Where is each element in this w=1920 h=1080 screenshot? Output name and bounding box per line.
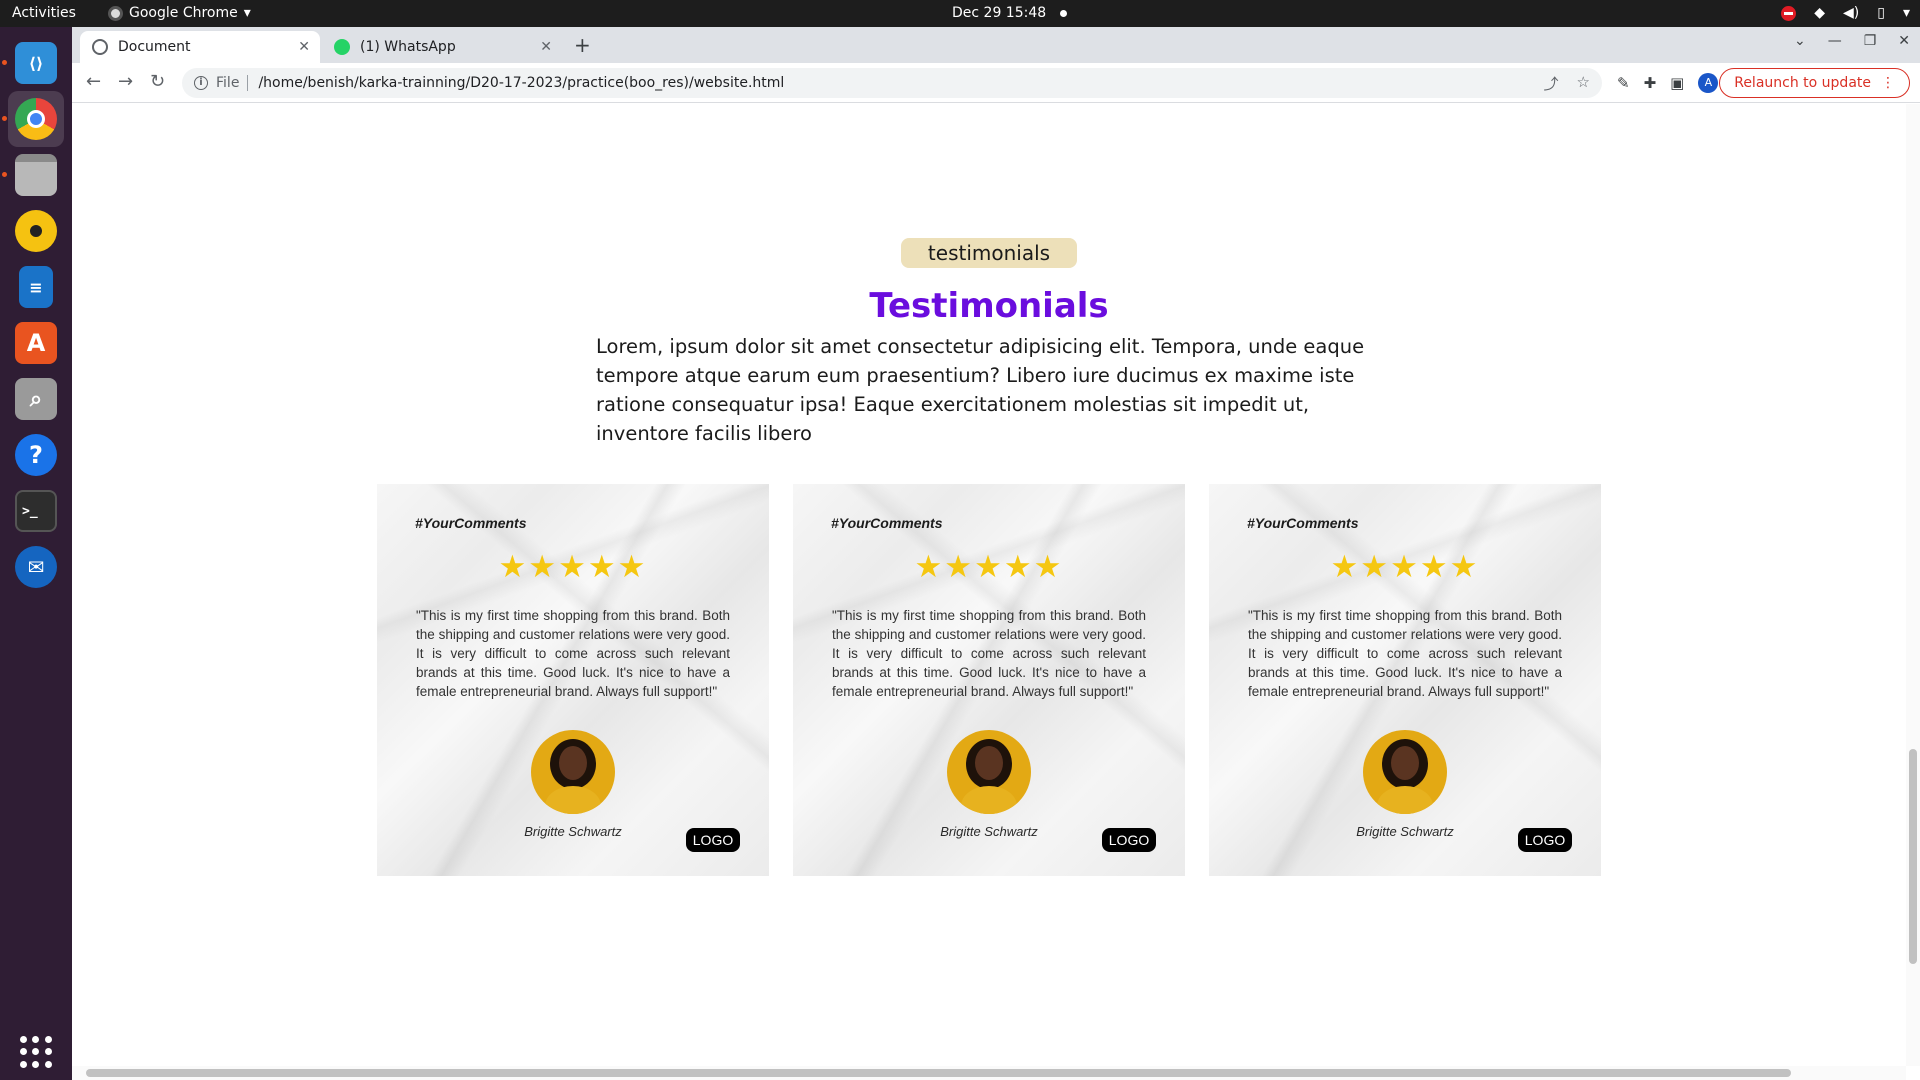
scrollbar-thumb[interactable] [86,1069,1791,1077]
url-text[interactable]: /home/benish/karka-trainning/D20-17-2023… [258,75,784,91]
window-controls: ⌄ — ❐ ✕ [1794,33,1910,49]
testimonial-card: #YourComments ★★★★★ "This is my first ti… [377,484,769,876]
brand-logo: LOGO [1518,828,1572,852]
chevron-down-icon: ▾ [243,5,251,21]
section-heading: Testimonials [869,286,1109,326]
running-indicator-icon [2,60,7,65]
show-applications-icon[interactable] [20,1036,52,1068]
extensions-puzzle-icon[interactable]: ✚ [1644,74,1657,92]
app-menu[interactable]: Google Chrome ▾ [108,0,251,27]
activities-button[interactable]: Activities [12,0,76,27]
dock-item-terminal[interactable]: >_ [8,483,64,539]
battery-icon[interactable]: ▯ [1877,0,1885,27]
help-icon: ? [15,434,57,476]
brand-logo: LOGO [1102,828,1156,852]
brand-logo: LOGO [686,828,740,852]
running-indicator-icon [2,116,7,121]
vertical-scrollbar[interactable] [1906,104,1920,1066]
dock-item-rhythmbox[interactable] [8,203,64,259]
card-hashtag: #YourComments [1247,515,1359,531]
tab-search-icon[interactable]: ⌄ [1794,33,1806,49]
dock-item-files[interactable] [8,147,64,203]
running-indicator-icon [2,172,7,177]
system-top-bar: Activities Google Chrome ▾ Dec 29 15:48 … [0,0,1920,27]
profile-avatar[interactable]: A [1698,73,1719,93]
dock-item-help[interactable]: ? [8,427,64,483]
dock-item-chrome[interactable] [8,91,64,147]
dock-item-thunderbird[interactable]: ✉ [8,539,64,595]
star-rating-icon: ★★★★★ [498,549,648,585]
tab-document[interactable]: Document ✕ [80,31,320,63]
document-icon: ≡ [19,266,53,308]
terminal-icon: >_ [15,490,57,532]
relaunch-to-update-button[interactable]: Relaunch to update ⋮ [1719,68,1910,98]
customer-avatar [947,730,1031,814]
tab-label: Document [118,39,191,55]
address-bar[interactable]: i File /home/benish/karka-trainning/D20-… [182,68,1602,98]
wifi-icon[interactable]: ◆ [1814,0,1825,27]
dock: ⟨⟩ ≡ A ⌕ ? >_ ✉ [0,27,72,1080]
card-hashtag: #YourComments [831,515,943,531]
browser-toolbar: ← → ↻ i File /home/benish/karka-trainnin… [72,63,1920,103]
customer-avatar [1363,730,1447,814]
clock[interactable]: Dec 29 15:48 [952,0,1068,27]
chrome-icon [15,98,57,140]
eyedropper-extension-icon[interactable]: ✎ [1617,74,1630,92]
site-info-icon[interactable]: i [194,76,208,90]
restore-icon[interactable]: ❐ [1864,33,1877,49]
dock-item-writer[interactable]: ≡ [8,259,64,315]
globe-icon [92,39,108,55]
testimonial-card: #YourComments ★★★★★ "This is my first ti… [1209,484,1601,876]
section-description: Lorem, ipsum dolor sit amet consectetur … [596,335,1365,445]
horizontal-scrollbar[interactable] [72,1066,1906,1080]
dock-item-vscode[interactable]: ⟨⟩ [8,35,64,91]
thunderbird-icon: ✉ [15,546,57,588]
testimonial-quote: "This is my first time shopping from thi… [416,608,730,699]
do-not-disturb-icon[interactable] [1781,6,1797,21]
whatsapp-icon [334,39,350,55]
side-panel-icon[interactable]: ▣ [1670,74,1684,92]
back-icon[interactable]: ← [86,71,101,92]
close-window-icon[interactable]: ✕ [1898,33,1910,49]
card-hashtag: #YourComments [415,515,527,531]
dock-item-software[interactable]: A [8,315,64,371]
section-pill: testimonials [901,238,1077,268]
minimize-icon[interactable]: — [1828,33,1842,49]
star-rating-icon: ★★★★★ [914,549,1064,585]
tab-strip: Document ✕ (1) WhatsApp ✕ + ⌄ — ❐ ✕ [72,27,1920,63]
relaunch-label: Relaunch to update [1734,75,1871,91]
tab-whatsapp[interactable]: (1) WhatsApp ✕ [322,31,562,63]
tab-label: (1) WhatsApp [360,39,456,55]
app-menu-label: Google Chrome [129,5,238,21]
magnifier-icon: ⌕ [15,378,57,420]
url-scheme: File [216,75,249,91]
kebab-menu-icon[interactable]: ⋮ [1881,75,1895,91]
reload-icon[interactable]: ↻ [150,71,165,92]
clock-label: Dec 29 15:48 [952,5,1047,21]
star-rating-icon: ★★★★★ [1330,549,1480,585]
customer-avatar [531,730,615,814]
scrollbar-thumb[interactable] [1909,749,1917,964]
page-viewport: testimonials Testimonials Lorem, ipsum d… [72,104,1906,1066]
bookmark-star-icon[interactable]: ☆ [1577,73,1590,94]
share-icon[interactable]: ⤴ [1544,73,1559,94]
extensions-area: ✎ ✚ ▣ A [1617,73,1719,93]
vscode-icon: ⟨⟩ [15,42,57,84]
folder-icon [15,154,57,196]
volume-icon[interactable]: ◀) [1843,0,1859,27]
chrome-icon [108,6,123,21]
dock-item-image-viewer[interactable]: ⌕ [8,371,64,427]
close-icon[interactable]: ✕ [298,39,310,55]
new-tab-button[interactable]: + [574,33,591,57]
testimonial-quote: "This is my first time shopping from thi… [832,608,1146,699]
chevron-down-icon[interactable]: ▾ [1903,0,1910,27]
close-icon[interactable]: ✕ [540,39,552,55]
system-tray[interactable]: ◆ ◀) ▯ ▾ [1781,0,1910,27]
app-store-icon: A [15,322,57,364]
testimonial-quote: "This is my first time shopping from thi… [1248,608,1562,699]
rhythmbox-icon [15,210,57,252]
testimonial-card: #YourComments ★★★★★ "This is my first ti… [793,484,1185,876]
notification-dot-icon [1060,10,1068,17]
forward-icon[interactable]: → [118,71,133,92]
